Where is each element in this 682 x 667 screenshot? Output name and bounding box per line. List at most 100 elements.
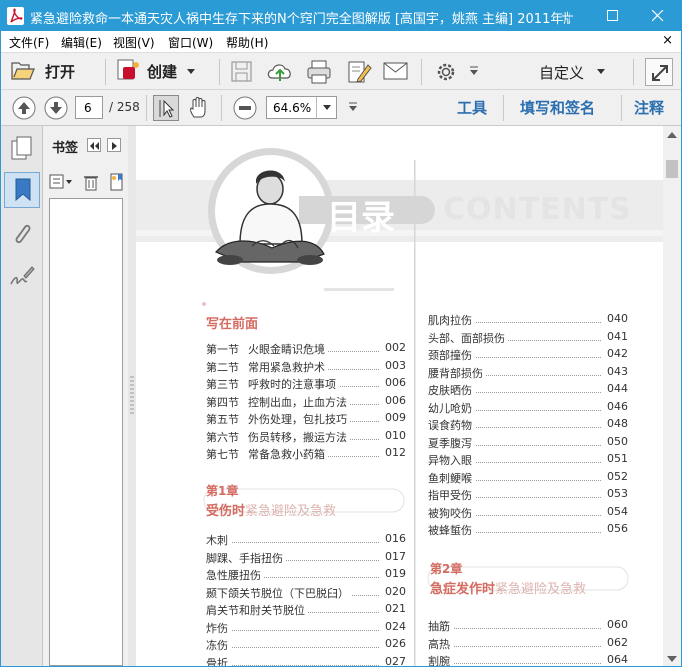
toc-entry[interactable]: 幼儿呛奶 [428,399,475,416]
tools-pane-button[interactable]: 工具 [457,97,487,118]
toc-entry[interactable]: 急性腰扭伤 [206,567,264,583]
toc-entry-section: 第四节 [206,395,239,409]
scroll-up-icon[interactable] [667,132,677,139]
toc-leader-dots [206,533,379,543]
toc-entry-title: 常用紧急救护术 [248,360,325,374]
toc-entry[interactable]: 异物入眼 [428,452,475,468]
main-toolbar: 打开 创建 自定义 [1,52,681,90]
toc-entry[interactable]: 肌肉拉伤 [428,312,475,328]
menu-close-document[interactable]: × [662,33,673,48]
toolbar-separator [421,59,422,85]
toc-entry[interactable]: 颞下颌关节脱位（下巴脱臼） [206,584,352,601]
toc-entry[interactable]: 脚踝、手指扭伤 [206,549,286,566]
bookmarks-list[interactable] [49,198,123,666]
panel-splitter[interactable] [128,126,136,666]
chapter-2-title: 急症发作时紧急避险及急救 [430,578,586,597]
menu-view[interactable]: 视图(V) [113,34,155,51]
toc-entry[interactable]: 被蜂蜇伤 [428,522,475,538]
fullscreen-button[interactable] [645,58,673,86]
open-label: 打开 [45,63,76,81]
create-button[interactable]: 创建 [113,57,199,85]
toc-entry[interactable]: 头部、面部损伤 [428,329,508,346]
fill-sign-pane-button[interactable]: 填写和签名 [520,97,595,118]
chapter-1-number: 第1章 [206,484,239,498]
paperclip-icon[interactable] [10,220,34,246]
collapse-panel-button[interactable] [87,138,101,152]
comment-pane-button[interactable]: 注释 [634,97,664,118]
toc-entry[interactable]: 高热 [428,635,453,652]
gear-icon[interactable] [435,61,457,83]
menu-file[interactable]: 文件(F) [9,34,49,51]
toc-entry[interactable]: 颈部撞伤 [428,347,475,363]
bookmarks-panel: 书签 [43,126,128,666]
email-icon[interactable] [383,62,409,82]
customize-dropdown[interactable]: 自定义 [531,59,611,83]
toc-entry[interactable]: 肩关节和肘关节脱位 [206,602,308,618]
toc-entry-page: 026 [382,637,406,650]
new-bookmark-icon[interactable] [109,173,125,191]
print-icon[interactable] [306,59,332,85]
zoom-dropdown[interactable] [316,97,336,118]
previous-page-icon[interactable] [12,96,36,120]
toc-entry[interactable]: 第三节 呼救时的注意事项 [206,376,339,392]
toolbar-separator [219,59,220,85]
toc-entry[interactable]: 第六节 伤员转移，搬运方法 [206,428,350,445]
menu-bar: 文件(F) 编辑(E) 视图(V) 窗口(W) 帮助(H) × [1,31,681,52]
toc-entry-page: 048 [604,417,628,430]
title-bar[interactable]: 紧急避险救命一本通天灾人祸中生存下来的N个窍门完全图解版 [高国宇，姚燕 主编]… [1,1,681,31]
toolbar-more-icon[interactable] [469,66,479,76]
maximize-button[interactable] [591,1,636,31]
toc-entry[interactable]: 木刺 [206,532,231,548]
toc-entry[interactable]: 第七节 常备急救小药箱 [206,446,328,462]
toc-entry-title: 肩关节和肘关节脱位 [206,604,305,617]
cloud-upload-icon[interactable] [266,59,294,85]
select-tool-button[interactable] [153,95,179,121]
toc-entry[interactable]: 误食药物 [428,417,475,433]
menu-help[interactable]: 帮助(H) [226,34,268,51]
toc-entry[interactable]: 冻伤 [206,637,231,653]
delete-bookmark-icon[interactable] [83,173,99,191]
minimize-button[interactable] [546,1,591,31]
toc-entry[interactable]: 皮肤晒伤 [428,382,475,398]
toc-entry-page: 012 [382,446,406,459]
bookmark-options-icon[interactable] [49,174,73,190]
toc-entry[interactable]: 第四节 控制出血，止血方法 [206,393,350,410]
close-button[interactable] [636,1,681,31]
toc-entry[interactable]: 第五节 外伤处理，包扎技巧 [206,411,350,427]
toc-entry[interactable]: 指甲受伤 [428,487,475,503]
menu-edit[interactable]: 编辑(E) [61,34,102,51]
toc-entry[interactable]: 炸伤 [206,619,231,636]
toc-entry[interactable]: 第二节 常用紧急救护术 [206,358,328,375]
zoom-out-icon[interactable] [233,96,257,120]
toc-entry[interactable]: 腰背部损伤 [428,364,486,381]
vertical-scrollbar[interactable] [663,126,681,666]
toc-entry[interactable]: 抽筋 [428,618,453,634]
toc-entry[interactable]: 被狗咬伤 [428,504,475,521]
toolbar-more-icon[interactable] [348,102,358,112]
edit-document-icon[interactable] [346,59,372,85]
zoom-level-input[interactable]: 64.6% [266,96,337,119]
scrollbar-thumb[interactable] [666,160,678,178]
page-thumbnails-icon[interactable] [10,136,34,162]
toc-entry[interactable]: 鱼刺鲠喉 [428,469,475,486]
bookmarks-panel-button[interactable] [4,172,40,208]
folder-open-icon [11,62,35,80]
open-button[interactable]: 打开 [9,57,101,85]
menu-window[interactable]: 窗口(W) [168,34,213,51]
toc-entry[interactable]: 夏季腹泻 [428,434,475,451]
toc-entry-title: 被蜂蜇伤 [428,524,472,537]
toc-entry-page: 044 [604,382,628,395]
scroll-down-icon[interactable] [667,656,677,663]
signature-icon[interactable] [9,264,35,288]
toc-entry[interactable]: 第一节 火眼金睛识危境 [206,341,328,357]
hand-tool-icon[interactable] [187,96,211,120]
toc-entry-page: 046 [604,399,628,413]
page-number-input[interactable]: 6 [75,96,103,119]
expand-panel-button[interactable] [107,138,121,152]
save-icon[interactable] [231,61,253,83]
toc-entry[interactable]: 骨折 [206,654,231,666]
minimize-icon [562,15,573,17]
next-page-icon[interactable] [44,96,68,120]
toc-entry[interactable]: 割腕 [428,653,453,666]
document-view[interactable]: 目录 CONTENTS 写在前面 第一节 火眼金睛识危境 002 第二节 常用紧急救护术… [136,126,663,666]
